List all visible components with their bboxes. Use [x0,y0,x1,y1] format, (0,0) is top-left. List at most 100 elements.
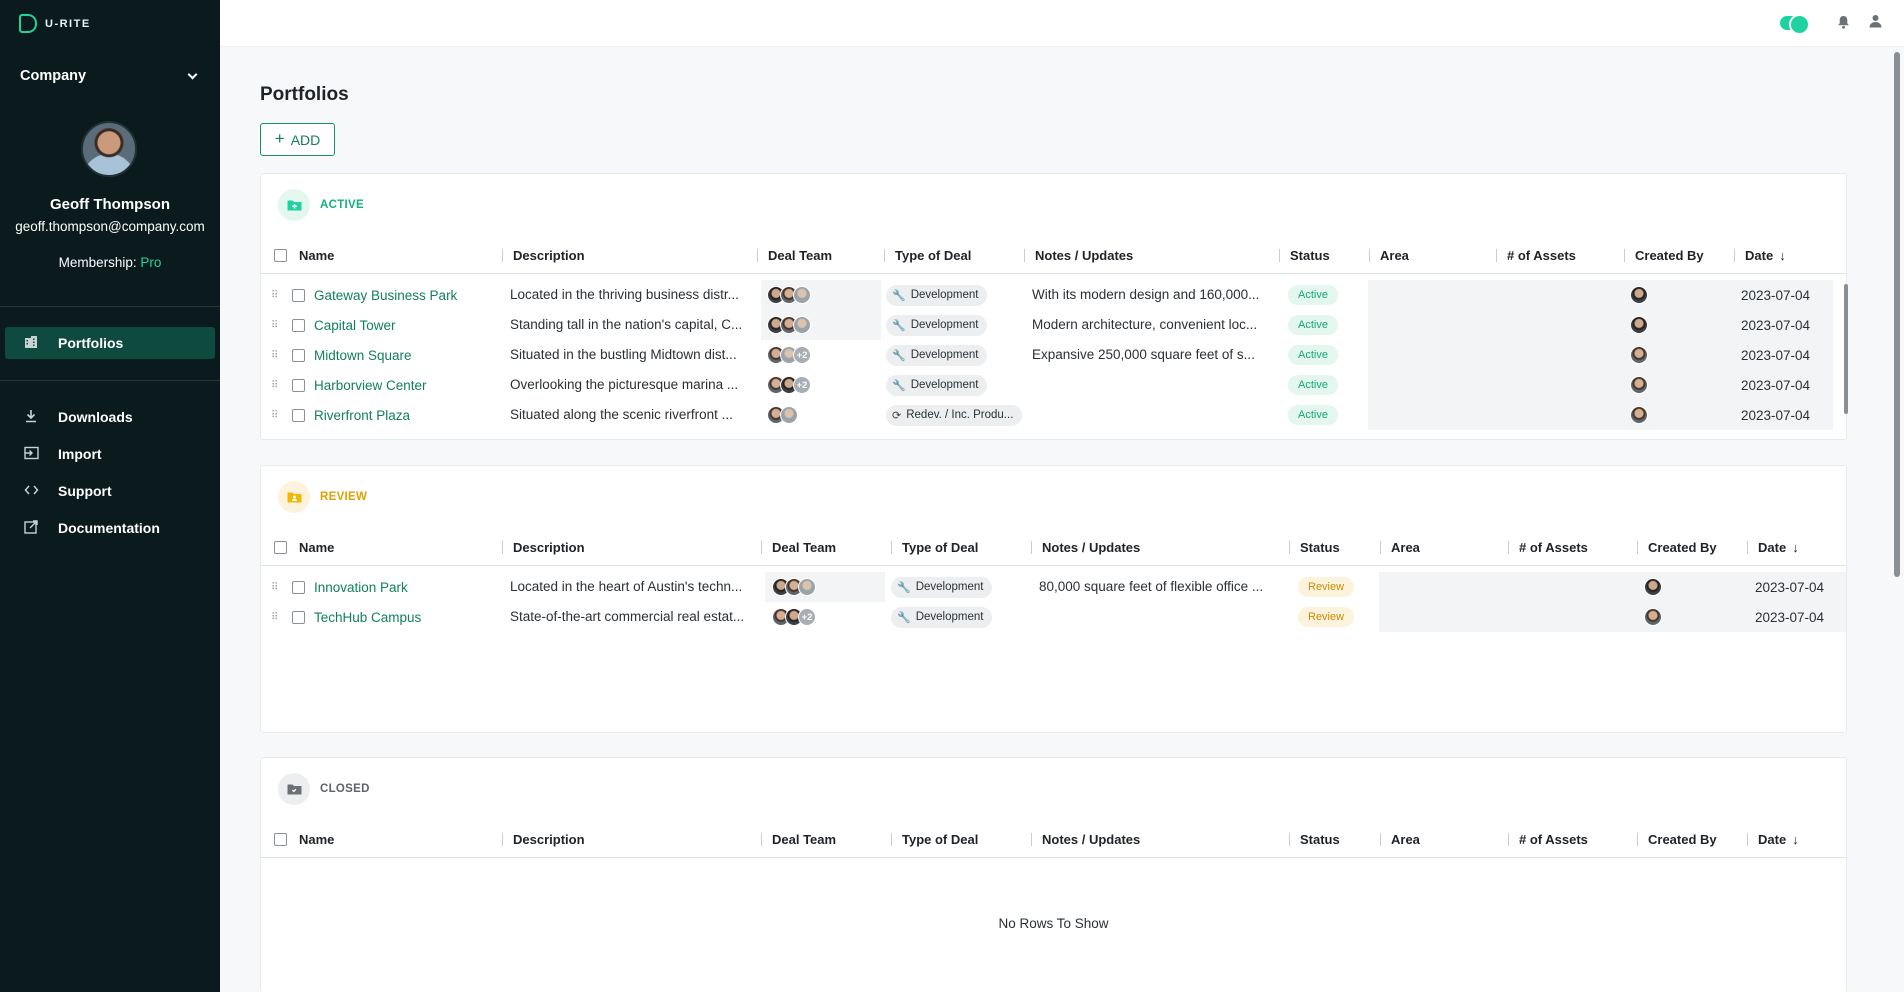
drag-handle-icon[interactable]: ⠿ [271,380,277,391]
table-row[interactable]: ⠿ Harborview Center Overlooking the pict… [261,370,1846,400]
column-notes[interactable]: Notes / Updates [1030,820,1140,858]
page-scrollbar[interactable] [1894,52,1900,577]
deal-team-avatars[interactable] [767,400,798,430]
column-assets[interactable]: # of Assets [1508,820,1588,858]
column-name[interactable]: Name [299,528,334,566]
column-date[interactable]: Date ↓ [1747,528,1799,566]
panel-title: CLOSED [320,783,370,795]
drag-handle-icon[interactable]: ⠿ [271,582,277,593]
row-checkbox[interactable] [292,572,305,602]
portfolio-name-link[interactable]: Riverfront Plaza [314,400,410,430]
sidebar-item-support[interactable]: Support [5,475,215,507]
column-description[interactable]: Description [502,236,585,274]
plus-icon: + [274,129,285,148]
column-area[interactable]: Area [1380,528,1420,566]
chevron-down-icon [187,69,198,79]
deal-team-avatars[interactable]: +2 [772,602,816,632]
portfolio-name-link[interactable]: Midtown Square [314,340,412,370]
created-by-avatar[interactable] [1630,340,1648,370]
created-by-avatar[interactable] [1644,572,1662,602]
row-checkbox[interactable] [292,280,305,310]
column-assets[interactable]: # of Assets [1496,236,1576,274]
wrench-icon: 🔧 [892,349,906,362]
deal-team-avatars[interactable]: +2 [767,340,811,370]
portfolio-name-link[interactable]: Harborview Center [314,370,427,400]
sidebar-item-portfolios[interactable]: Portfolios [5,327,215,359]
company-label: Company [20,68,87,84]
created-by-avatar[interactable] [1630,280,1648,310]
company-selector[interactable]: Company [20,68,198,84]
sidebar-item-downloads[interactable]: Downloads [5,401,215,433]
row-checkbox[interactable] [292,310,305,340]
drag-handle-icon[interactable]: ⠿ [271,320,277,331]
select-all-checkbox[interactable] [274,820,287,858]
status-badge: Review [1298,602,1355,632]
bell-icon[interactable] [1837,15,1850,32]
add-button[interactable]: + ADD [260,123,335,156]
table-header: Name Description Deal Team Type of Deal … [261,820,1846,858]
table-scrollbar[interactable] [1844,284,1848,414]
column-type-of-deal[interactable]: Type of Deal [883,236,971,274]
portfolio-name-link[interactable]: TechHub Campus [314,602,421,632]
table-row[interactable]: ⠿ Innovation Park Located in the heart o… [261,572,1846,602]
panel-header: CLOSED [261,758,1846,820]
portfolio-name-link[interactable]: Innovation Park [314,572,408,602]
column-name[interactable]: Name [299,236,334,274]
column-area[interactable]: Area [1380,820,1420,858]
column-area[interactable]: Area [1369,236,1409,274]
cycle-icon: ⟳ [892,409,902,422]
column-assets[interactable]: # of Assets [1508,528,1588,566]
drag-handle-icon[interactable]: ⠿ [271,350,277,361]
column-deal-team[interactable]: Deal Team [760,528,836,566]
created-by-avatar[interactable] [1630,370,1648,400]
column-type-of-deal[interactable]: Type of Deal [890,820,978,858]
deal-team-avatars[interactable] [767,280,811,310]
column-deal-team[interactable]: Deal Team [760,820,836,858]
table-row[interactable]: ⠿ Riverfront Plaza Situated along the sc… [261,400,1846,430]
portfolio-name-link[interactable]: Capital Tower [314,310,396,340]
deal-team-avatars[interactable]: +2 [767,370,811,400]
table-row[interactable]: ⠿ Midtown Square Situated in the bustlin… [261,340,1846,370]
column-status[interactable]: Status [1279,236,1330,274]
user-icon[interactable] [1869,14,1882,31]
row-checkbox[interactable] [292,370,305,400]
column-created-by[interactable]: Created By [1637,820,1717,858]
select-all-checkbox[interactable] [274,528,287,566]
deal-team-avatars[interactable] [767,310,811,340]
deal-team-avatars[interactable] [772,572,816,602]
row-checkbox[interactable] [292,602,305,632]
column-date[interactable]: Date ↓ [1734,236,1786,274]
table-row[interactable]: ⠿ Gateway Business Park Located in the t… [261,280,1846,310]
created-by-avatar[interactable] [1630,400,1648,430]
column-deal-team[interactable]: Deal Team [756,236,832,274]
sidebar-item-documentation[interactable]: Documentation [5,512,215,544]
column-description[interactable]: Description [502,820,585,858]
logo[interactable]: U-RITE [19,14,91,33]
select-all-checkbox[interactable] [274,236,287,274]
theme-toggle[interactable] [1780,14,1810,35]
sidebar-item-import[interactable]: Import [5,438,215,470]
column-description[interactable]: Description [502,528,585,566]
column-notes[interactable]: Notes / Updates [1023,236,1133,274]
created-by-avatar[interactable] [1644,602,1662,632]
column-created-by[interactable]: Created By [1624,236,1704,274]
table-row[interactable]: ⠿ Capital Tower Standing tall in the nat… [261,310,1846,340]
column-status[interactable]: Status [1289,528,1340,566]
page-title: Portfolios [260,84,349,105]
column-notes[interactable]: Notes / Updates [1030,528,1140,566]
created-by-avatar[interactable] [1630,310,1648,340]
portfolio-name-link[interactable]: Gateway Business Park [314,280,457,310]
column-name[interactable]: Name [299,820,334,858]
user-avatar[interactable] [81,121,137,177]
drag-handle-icon[interactable]: ⠿ [271,612,277,623]
row-checkbox[interactable] [292,400,305,430]
column-status[interactable]: Status [1289,820,1340,858]
column-type-of-deal[interactable]: Type of Deal [890,528,978,566]
drag-handle-icon[interactable]: ⠿ [271,410,277,421]
row-checkbox[interactable] [292,340,305,370]
column-created-by[interactable]: Created By [1637,528,1717,566]
drag-handle-icon[interactable]: ⠿ [271,290,277,301]
column-date[interactable]: Date ↓ [1747,820,1799,858]
table-row[interactable]: ⠿ TechHub Campus State-of-the-art commer… [261,602,1846,632]
wrench-icon: 🔧 [897,611,911,624]
